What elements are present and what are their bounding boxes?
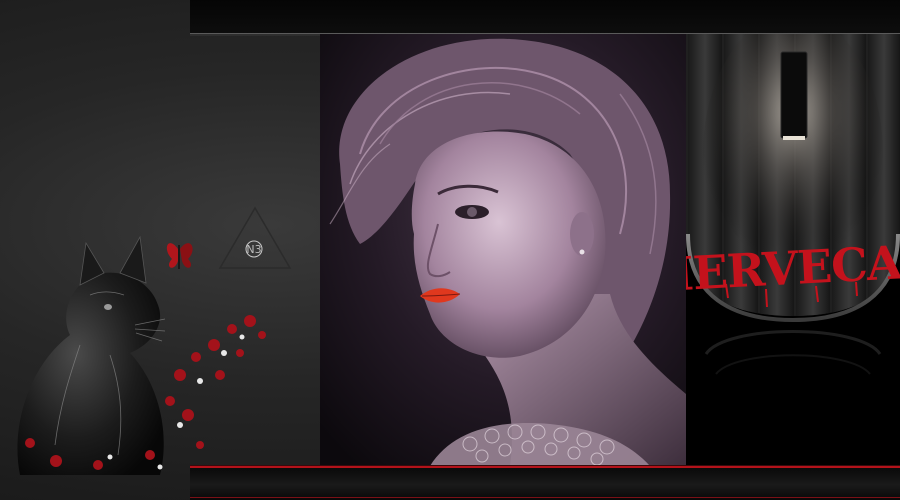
cat-flowers-art [17,235,266,475]
portrait-panel [320,34,686,466]
butterfly-icon [166,243,193,269]
top-frame-bar [190,0,900,36]
wood-lamp-panel: MERVECAN [686,34,900,466]
wall-lamp-icon [780,51,808,140]
banner-canvas: MERVECAN N3 [0,0,900,500]
wood-wall-art: MERVECAN [686,34,900,466]
bottom-frame-bar [190,466,900,500]
woman-portrait-image [320,34,686,466]
